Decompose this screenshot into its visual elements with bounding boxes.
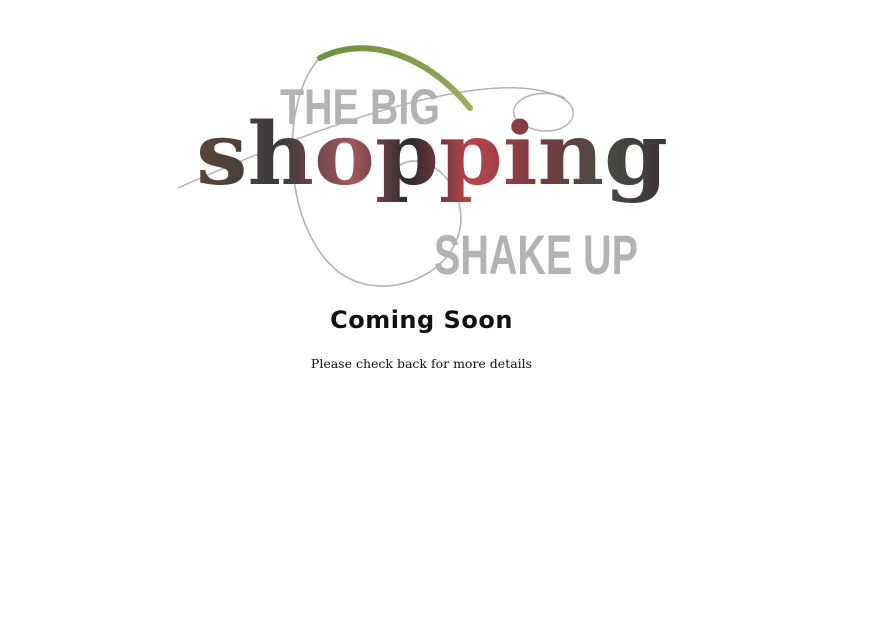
logo-shopping: shopping [196, 104, 668, 205]
logo-shake-up: SHAKE UP [434, 223, 638, 286]
site-logo: THE BIG shopping SHAKE UP [170, 38, 690, 288]
page-subtitle: Please check back for more details [310, 356, 533, 371]
page-title: Coming Soon [330, 306, 513, 334]
logo-graphic: THE BIG shopping SHAKE UP [177, 45, 668, 287]
